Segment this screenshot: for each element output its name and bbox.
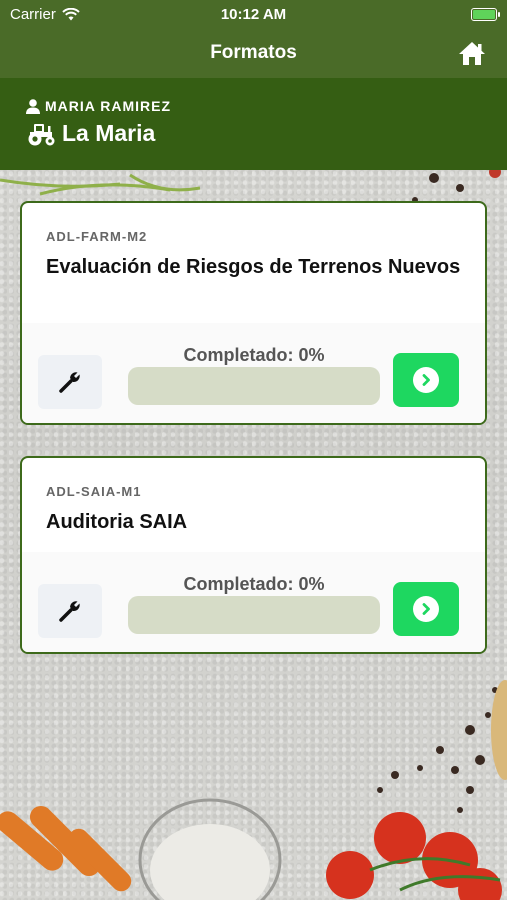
battery-icon	[471, 7, 500, 21]
user-name: MARIA RAMIREZ	[45, 98, 172, 114]
progress-label: Completado: 0%	[183, 345, 325, 365]
carrier-label: Carrier	[10, 5, 56, 23]
tractor-icon	[28, 123, 55, 145]
progress-bar	[128, 367, 380, 405]
farm-header: MARIA RAMIREZ La Maria	[0, 78, 507, 170]
format-title: Evaluación de Riesgos de Terrenos Nuevos	[46, 256, 461, 278]
wrench-icon	[59, 601, 80, 622]
format-title: Auditoria SAIA	[46, 511, 188, 533]
chevron-right-icon	[422, 603, 430, 615]
format-card[interactable]: ADL-FARM-M2 Evaluación de Riesgos de Ter…	[20, 201, 487, 425]
settings-button[interactable]	[38, 355, 102, 409]
progress-bar	[128, 596, 380, 634]
home-icon[interactable]	[457, 39, 487, 67]
farm-name: La Maria	[62, 120, 156, 146]
format-card[interactable]: ADL-SAIA-M1 Auditoria SAIA Completado: 0…	[20, 456, 487, 654]
open-format-button[interactable]	[393, 582, 459, 636]
format-code: ADL-SAIA-M1	[46, 484, 142, 499]
page-title: Formatos	[210, 42, 297, 63]
navigation-bar: Formatos	[0, 28, 507, 78]
chevron-right-icon	[422, 374, 430, 386]
settings-button[interactable]	[38, 584, 102, 638]
format-code: ADL-FARM-M2	[46, 229, 148, 244]
wrench-icon	[59, 372, 80, 393]
open-format-button[interactable]	[393, 353, 459, 407]
wifi-icon	[62, 7, 80, 20]
progress-label: Completado: 0%	[183, 574, 325, 594]
user-icon	[26, 98, 40, 114]
status-bar: Carrier 10:12 AM	[0, 0, 507, 28]
